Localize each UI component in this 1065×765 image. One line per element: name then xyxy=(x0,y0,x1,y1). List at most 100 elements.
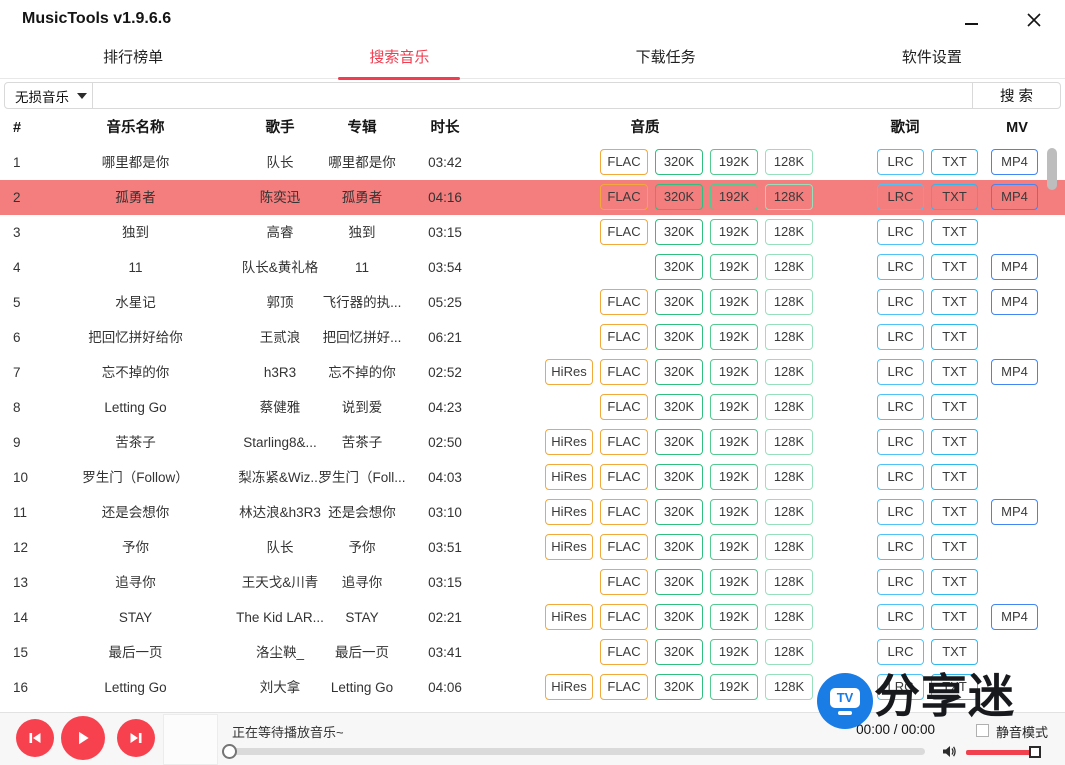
quality-button-flac[interactable]: FLAC xyxy=(600,359,648,385)
lyrics-button-lrc[interactable]: LRC xyxy=(877,254,924,280)
quality-button-320k[interactable]: 320K xyxy=(655,464,703,490)
quality-button-flac[interactable]: FLAC xyxy=(600,604,648,630)
quality-button-192k[interactable]: 192K xyxy=(710,639,758,665)
lyrics-button-txt[interactable]: TXT xyxy=(931,289,978,315)
quality-button-flac[interactable]: FLAC xyxy=(600,569,648,595)
table-row[interactable]: 9苦茶子Starling8&...苦茶子02:50HiResFLAC320K19… xyxy=(0,425,1065,460)
quality-button-192k[interactable]: 192K xyxy=(710,534,758,560)
lyrics-button-txt[interactable]: TXT xyxy=(931,604,978,630)
mute-checkbox[interactable] xyxy=(976,724,989,737)
quality-button-hires[interactable]: HiRes xyxy=(545,604,593,630)
table-row[interactable]: 14STAYThe Kid LAR...STAY02:21HiResFLAC32… xyxy=(0,600,1065,635)
quality-button-128k[interactable]: 128K xyxy=(765,674,813,700)
lyrics-button-lrc[interactable]: LRC xyxy=(877,394,924,420)
lyrics-button-txt[interactable]: TXT xyxy=(931,394,978,420)
quality-button-192k[interactable]: 192K xyxy=(710,464,758,490)
quality-button-flac[interactable]: FLAC xyxy=(600,429,648,455)
play-button[interactable] xyxy=(61,716,105,760)
quality-button-192k[interactable]: 192K xyxy=(710,569,758,595)
quality-button-320k[interactable]: 320K xyxy=(655,499,703,525)
quality-button-320k[interactable]: 320K xyxy=(655,639,703,665)
table-row[interactable]: 8Letting Go蔡健雅说到爱04:23FLAC320K192K128KLR… xyxy=(0,390,1065,425)
table-row[interactable]: 2孤勇者陈奕迅孤勇者04:16FLAC320K192K128KLRCTXTMP4 xyxy=(0,180,1065,215)
table-row[interactable]: 7忘不掉的你h3R3忘不掉的你02:52HiResFLAC320K192K128… xyxy=(0,355,1065,390)
table-row[interactable]: 13追寻你王天戈&川青追寻你03:15FLAC320K192K128KLRCTX… xyxy=(0,565,1065,600)
quality-button-192k[interactable]: 192K xyxy=(710,184,758,210)
table-row[interactable]: 15最后一页洛尘鞅_最后一页03:41FLAC320K192K128KLRCTX… xyxy=(0,635,1065,670)
lyrics-button-lrc[interactable]: LRC xyxy=(877,464,924,490)
lyrics-button-lrc[interactable]: LRC xyxy=(877,219,924,245)
quality-button-192k[interactable]: 192K xyxy=(710,289,758,315)
quality-button-320k[interactable]: 320K xyxy=(655,324,703,350)
quality-button-192k[interactable]: 192K xyxy=(710,359,758,385)
window-minimize-button[interactable] xyxy=(955,8,987,32)
table-row[interactable]: 10罗生门（Follow）梨冻紧&Wiz...罗生门（Foll...04:03H… xyxy=(0,460,1065,495)
quality-button-192k[interactable]: 192K xyxy=(710,429,758,455)
tab-search-music[interactable]: 搜索音乐 xyxy=(266,38,532,78)
lyrics-button-lrc[interactable]: LRC xyxy=(877,289,924,315)
quality-button-128k[interactable]: 128K xyxy=(765,429,813,455)
next-track-button[interactable] xyxy=(117,719,155,757)
quality-button-128k[interactable]: 128K xyxy=(765,464,813,490)
quality-button-128k[interactable]: 128K xyxy=(765,569,813,595)
quality-button-192k[interactable]: 192K xyxy=(710,674,758,700)
quality-button-192k[interactable]: 192K xyxy=(710,149,758,175)
quality-button-flac[interactable]: FLAC xyxy=(600,219,648,245)
quality-button-flac[interactable]: FLAC xyxy=(600,534,648,560)
quality-button-128k[interactable]: 128K xyxy=(765,184,813,210)
mv-button-mp4[interactable]: MP4 xyxy=(991,184,1038,210)
lyrics-button-txt[interactable]: TXT xyxy=(931,184,978,210)
quality-button-192k[interactable]: 192K xyxy=(710,604,758,630)
quality-button-320k[interactable]: 320K xyxy=(655,429,703,455)
lyrics-button-txt[interactable]: TXT xyxy=(931,464,978,490)
search-button[interactable]: 搜 索 xyxy=(972,83,1060,108)
tab-settings[interactable]: 软件设置 xyxy=(799,38,1065,78)
quality-button-128k[interactable]: 128K xyxy=(765,639,813,665)
lyrics-button-lrc[interactable]: LRC xyxy=(877,184,924,210)
quality-button-320k[interactable]: 320K xyxy=(655,254,703,280)
quality-button-320k[interactable]: 320K xyxy=(655,359,703,385)
quality-button-flac[interactable]: FLAC xyxy=(600,149,648,175)
quality-button-192k[interactable]: 192K xyxy=(710,254,758,280)
lyrics-button-txt[interactable]: TXT xyxy=(931,639,978,665)
quality-button-hires[interactable]: HiRes xyxy=(545,464,593,490)
quality-button-128k[interactable]: 128K xyxy=(765,219,813,245)
quality-category-dropdown[interactable]: 无损音乐 xyxy=(5,83,93,108)
lyrics-button-lrc[interactable]: LRC xyxy=(877,604,924,630)
quality-button-320k[interactable]: 320K xyxy=(655,674,703,700)
lyrics-button-lrc[interactable]: LRC xyxy=(877,639,924,665)
lyrics-button-txt[interactable]: TXT xyxy=(931,534,978,560)
tab-download-tasks[interactable]: 下载任务 xyxy=(533,38,799,78)
lyrics-button-txt[interactable]: TXT xyxy=(931,254,978,280)
progress-slider-thumb[interactable] xyxy=(222,744,237,759)
lyrics-button-lrc[interactable]: LRC xyxy=(877,429,924,455)
tab-rankings[interactable]: 排行榜单 xyxy=(0,38,266,78)
lyrics-button-txt[interactable]: TXT xyxy=(931,149,978,175)
lyrics-button-txt[interactable]: TXT xyxy=(931,429,978,455)
quality-button-128k[interactable]: 128K xyxy=(765,359,813,385)
lyrics-button-txt[interactable]: TXT xyxy=(931,359,978,385)
quality-button-320k[interactable]: 320K xyxy=(655,394,703,420)
quality-button-320k[interactable]: 320K xyxy=(655,184,703,210)
table-row[interactable]: 11还是会想你林达浪&h3R3还是会想你03:10HiResFLAC320K19… xyxy=(0,495,1065,530)
lyrics-button-lrc[interactable]: LRC xyxy=(877,534,924,560)
lyrics-button-lrc[interactable]: LRC xyxy=(877,324,924,350)
lyrics-button-lrc[interactable]: LRC xyxy=(877,499,924,525)
quality-button-192k[interactable]: 192K xyxy=(710,499,758,525)
search-input[interactable] xyxy=(93,83,972,108)
quality-button-flac[interactable]: FLAC xyxy=(600,394,648,420)
quality-button-192k[interactable]: 192K xyxy=(710,394,758,420)
previous-track-button[interactable] xyxy=(16,719,54,757)
mv-button-mp4[interactable]: MP4 xyxy=(991,254,1038,280)
mv-button-mp4[interactable]: MP4 xyxy=(991,289,1038,315)
volume-slider-thumb[interactable] xyxy=(1029,746,1041,758)
quality-button-hires[interactable]: HiRes xyxy=(545,359,593,385)
quality-button-128k[interactable]: 128K xyxy=(765,499,813,525)
quality-button-320k[interactable]: 320K xyxy=(655,289,703,315)
quality-button-128k[interactable]: 128K xyxy=(765,604,813,630)
table-row[interactable]: 12予你队长予你03:51HiResFLAC320K192K128KLRCTXT xyxy=(0,530,1065,565)
table-row[interactable]: 3独到高睿独到03:15FLAC320K192K128KLRCTXT xyxy=(0,215,1065,250)
quality-button-128k[interactable]: 128K xyxy=(765,324,813,350)
lyrics-button-txt[interactable]: TXT xyxy=(931,499,978,525)
mv-button-mp4[interactable]: MP4 xyxy=(991,359,1038,385)
